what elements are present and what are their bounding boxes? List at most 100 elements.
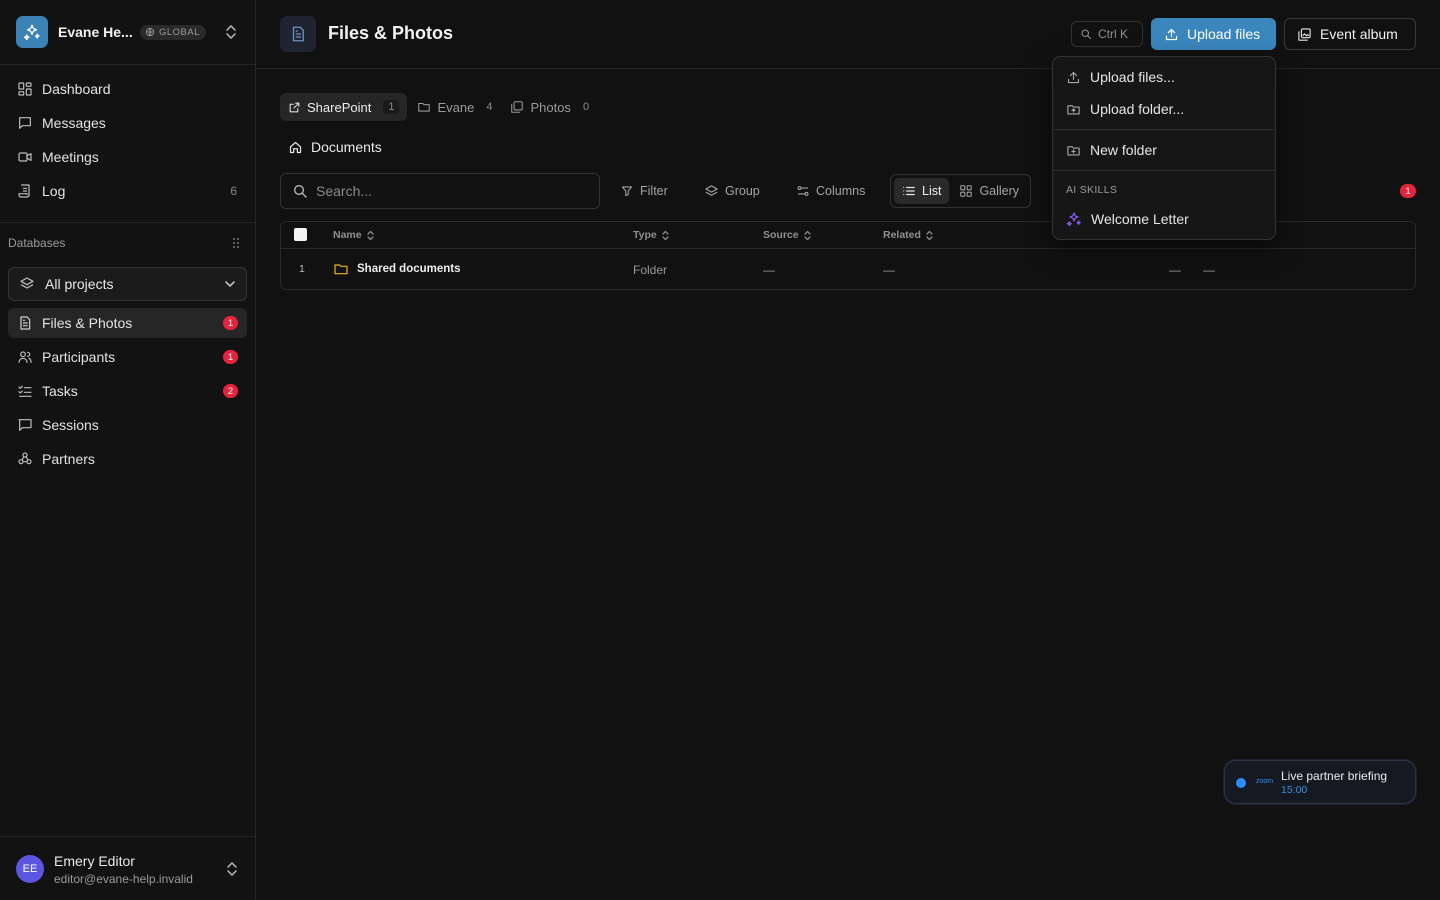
drag-handle-icon[interactable] (231, 237, 241, 249)
chevron-updown-icon[interactable] (225, 861, 239, 877)
menu-item-upload-folder[interactable]: Upload folder... (1057, 95, 1273, 123)
row-name[interactable]: Shared documents (357, 263, 461, 275)
menu-item-label: Upload folder... (1090, 101, 1185, 117)
upload-files-label: Upload files (1187, 26, 1261, 42)
folder-plus-icon (1067, 145, 1080, 155)
sidebar-item-dashboard[interactable]: Dashboard (8, 74, 247, 104)
global-badge: GLOBAL (140, 24, 207, 40)
partners-icon (16, 450, 34, 468)
notification-badge: 1 (223, 316, 238, 330)
column-header-label: Related (883, 229, 921, 241)
sidebar-item-participants[interactable]: Participants 1 (8, 342, 247, 372)
row-type: Folder (633, 263, 668, 277)
command-search-button[interactable]: Ctrl K (1071, 21, 1143, 47)
sidebar-divider (0, 222, 255, 223)
list-icon (903, 186, 915, 196)
filter-button[interactable]: Filter (620, 180, 668, 202)
sidebar-item-log[interactable]: Log 6 (8, 176, 247, 206)
menu-item-upload-files[interactable]: Upload files... (1057, 63, 1273, 91)
user-email: editor@evane-help.invalid (54, 872, 193, 886)
sidebar-item-messages[interactable]: Messages (8, 108, 247, 138)
chevron-updown-icon[interactable] (224, 24, 238, 40)
row-source: — (763, 263, 775, 277)
shortcut-label: Ctrl K (1098, 27, 1128, 41)
sort-icon (926, 230, 933, 240)
sparkles-icon (1066, 212, 1081, 227)
document-icon (16, 314, 34, 332)
breadcrumb[interactable]: Documents (288, 139, 382, 155)
sidebar-item-label: Meetings (42, 149, 99, 165)
upload-icon (1067, 71, 1080, 83)
databases-header: Databases (8, 236, 241, 250)
columns-button[interactable]: Columns (796, 180, 865, 202)
folder-icon (334, 264, 348, 275)
workspace-switcher[interactable]: Evane He... GLOBAL (16, 16, 240, 48)
live-event-title: Live partner briefing (1281, 769, 1388, 783)
column-header-label: Name (333, 229, 362, 241)
layers-icon (19, 276, 35, 292)
gallery-icon (511, 101, 524, 113)
upload-icon (1165, 28, 1178, 40)
sidebar-item-tasks[interactable]: Tasks 2 (8, 376, 247, 406)
databases-label: Databases (8, 236, 66, 250)
tab-count: 1 (383, 100, 400, 114)
tab-count: 0 (582, 101, 590, 113)
upload-files-button[interactable]: Upload files (1151, 18, 1276, 50)
group-label: Group (725, 184, 760, 198)
column-header-name[interactable]: Name (333, 229, 375, 241)
gallery-icon (1298, 27, 1311, 41)
grid-icon (960, 185, 973, 197)
presentation-icon (16, 416, 34, 434)
gallery-view-button[interactable]: Gallery (951, 178, 1027, 204)
event-album-button[interactable]: Event album (1284, 18, 1416, 50)
search-input[interactable] (316, 183, 586, 199)
notification-badge: 1 (1400, 184, 1416, 198)
notification-badge: 1 (223, 350, 238, 364)
column-header-label: Type (633, 229, 657, 241)
upload-menu: Upload files... Upload folder... New fol… (1052, 56, 1276, 240)
tab-label: Photos (530, 99, 571, 115)
sidebar-item-files-photos[interactable]: Files & Photos 1 (8, 308, 247, 338)
sort-icon (803, 230, 811, 240)
user-menu[interactable]: EE Emery Editor editor@evane-help.invali… (0, 836, 255, 900)
breadcrumb-label: Documents (311, 139, 382, 155)
tab-label: Evane (437, 99, 475, 115)
list-view-button[interactable]: List (894, 178, 950, 204)
sidebar-item-sessions[interactable]: Sessions (8, 410, 247, 440)
search-icon (1081, 29, 1092, 40)
log-count: 6 (230, 184, 237, 198)
column-header-type[interactable]: Type (633, 229, 670, 241)
tab-label: SharePoint (307, 99, 372, 115)
sidebar-item-label: Log (42, 183, 66, 199)
tab-photos[interactable]: Photos 0 (502, 93, 597, 121)
live-event-card[interactable]: zoom Live partner briefing 15:00 (1224, 760, 1416, 804)
row-extra-cell: — (1203, 263, 1215, 277)
search-field[interactable] (280, 173, 600, 209)
sidebar-item-label: Tasks (42, 383, 78, 399)
sidebar-item-meetings[interactable]: Meetings (8, 142, 247, 172)
column-header-related[interactable]: Related (883, 229, 934, 241)
filter-label: Filter (640, 184, 668, 198)
global-badge-label: GLOBAL (159, 26, 201, 38)
project-select-value: All projects (45, 276, 114, 292)
app-root: Evane He... GLOBAL Dashboard Messages Me… (0, 0, 1440, 900)
table-row[interactable]: 1 Shared documents Folder — — — — (281, 250, 1415, 290)
search-icon (294, 185, 307, 198)
menu-item-new-folder[interactable]: New folder (1057, 136, 1273, 164)
project-select[interactable]: All projects (8, 267, 247, 301)
sort-icon (662, 230, 669, 240)
sidebar-item-partners[interactable]: Partners (8, 444, 247, 474)
column-header-source[interactable]: Source (763, 229, 812, 241)
menu-item-welcome-letter[interactable]: Welcome Letter (1057, 205, 1273, 233)
select-all-checkbox[interactable] (294, 228, 307, 241)
tab-count: 4 (486, 101, 493, 113)
external-link-icon (289, 102, 300, 112)
globe-icon (145, 27, 155, 37)
notification-badge: 2 (223, 384, 238, 398)
dashboard-icon (16, 80, 34, 98)
menu-divider (1053, 129, 1275, 130)
tab-sharepoint[interactable]: SharePoint 1 (280, 93, 408, 121)
source-tabs: SharePoint 1 Evane 4 Photos 0 (280, 93, 597, 121)
group-button[interactable]: Group (704, 180, 760, 202)
tab-evane[interactable]: Evane 4 (409, 93, 500, 121)
